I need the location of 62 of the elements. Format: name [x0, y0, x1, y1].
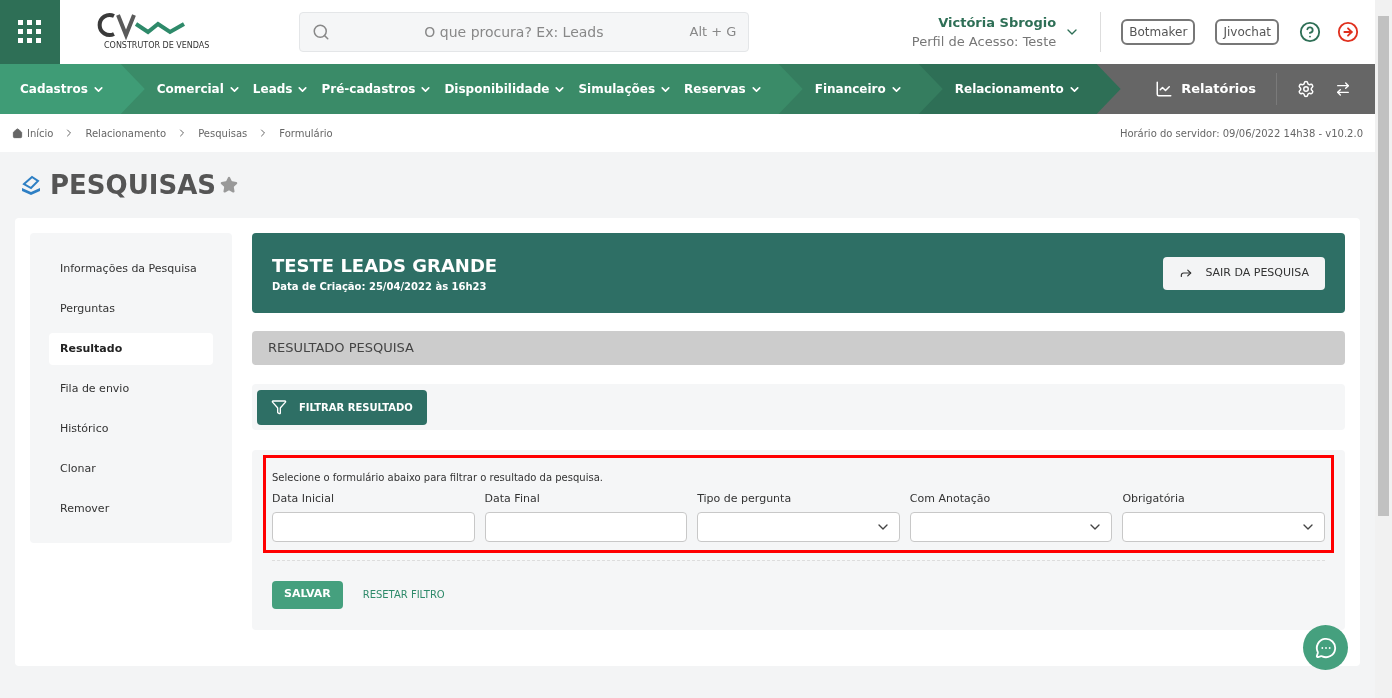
sidebar-item[interactable]: Histórico: [49, 413, 213, 445]
field-label: Tipo de pergunta: [697, 491, 793, 507]
form-hint: Selecione o formulário abaixo para filtrar o resultado da pesquisa.: [272, 471, 604, 485]
select-field[interactable]: [1122, 511, 1325, 542]
breadcrumb-link[interactable]: Relacionamento: [85, 125, 167, 141]
header-button[interactable]: Jivochat: [1215, 19, 1279, 45]
nav-menu-item[interactable]: Reservas: [684, 80, 763, 98]
scrollbar[interactable]: [1375, 0, 1392, 698]
line-chart-icon: [1155, 80, 1174, 98]
sidebar-item[interactable]: Informações da Pesquisa: [49, 253, 213, 285]
page-title: PESQUISAS: [50, 168, 216, 202]
breadcrumb-link[interactable]: Início: [27, 125, 54, 141]
sidebar-item[interactable]: Remover: [49, 493, 213, 525]
sidebar-item[interactable]: Resultado: [49, 333, 213, 365]
select-field[interactable]: [909, 511, 1113, 542]
logo-tagline: CONSTRUTOR DE VENDAS: [104, 40, 210, 52]
save-button[interactable]: SALVAR: [272, 580, 343, 609]
field-label: Data Final: [484, 491, 541, 507]
chat-bubble-icon: [1314, 636, 1337, 659]
logo-icon: [96, 12, 186, 40]
reset-filter-link[interactable]: RESETAR FILTRO: [362, 587, 445, 602]
field-label: Com Anotação: [909, 491, 992, 507]
nav-menu-item[interactable]: Pré-cadastros: [321, 80, 433, 98]
input-field[interactable]: [272, 511, 475, 542]
survey-title: TESTE LEADS GRANDE: [272, 254, 498, 278]
breadcrumb-link[interactable]: Formulário: [279, 125, 333, 141]
select-field[interactable]: [697, 511, 900, 542]
apps-menu-button[interactable]: [0, 0, 60, 64]
field-label: Obrigatória: [1122, 491, 1186, 507]
search-field[interactable]: O que procura? Ex: Leads: [338, 21, 690, 43]
favorite-star-icon[interactable]: [220, 176, 238, 194]
shortcut-hint: Alt + G: [689, 23, 737, 42]
sidebar-item[interactable]: Perguntas: [49, 293, 213, 325]
nav-menu-item[interactable]: Leads: [252, 80, 310, 98]
forward-arrow-icon: [1179, 266, 1194, 280]
search-icon: [312, 23, 331, 41]
sidebar-item[interactable]: Clonar: [49, 453, 213, 485]
swap-icon[interactable]: [1335, 81, 1351, 97]
logout-icon[interactable]: [1337, 21, 1359, 43]
user-profile: Perfil de Acesso: Teste: [911, 33, 1057, 51]
nav-menu-item[interactable]: Financeiro: [814, 80, 903, 98]
settings-icon[interactable]: [1297, 80, 1315, 98]
creation-date: Data de Criação: 25/04/2022 às 16h23: [272, 280, 488, 294]
reports-link[interactable]: Relatórios: [1155, 79, 1256, 99]
input-field[interactable]: [484, 511, 688, 542]
sidebar-item[interactable]: Fila de envio: [49, 373, 213, 405]
server-time: Horário do servidor: 09/06/2022 14h38 - v10.2.0: [1119, 126, 1363, 141]
field-label: Data Inicial: [272, 491, 335, 507]
grid-icon: [18, 20, 42, 44]
nav-menu-item[interactable]: Comercial: [156, 80, 241, 98]
filter-icon: [271, 399, 287, 415]
nav-menu-item[interactable]: Simulações: [578, 80, 673, 98]
help-icon[interactable]: [1299, 21, 1321, 43]
section-header: RESULTADO PESQUISA: [252, 331, 1345, 365]
exit-survey-button[interactable]: SAIR DA PESQUISA: [1163, 256, 1325, 290]
search-bar[interactable]: O que procura? Ex: Leads Alt + G: [299, 12, 750, 52]
header-button[interactable]: Botmaker: [1121, 19, 1196, 45]
nav-menu-item[interactable]: Disponibilidade: [444, 80, 567, 98]
user-name: Victória Sbrogio: [938, 13, 1057, 32]
filter-results-button[interactable]: FILTRAR RESULTADO: [257, 389, 427, 425]
home-icon: [12, 127, 23, 139]
breadcrumb-link[interactable]: Pesquisas: [198, 125, 248, 141]
